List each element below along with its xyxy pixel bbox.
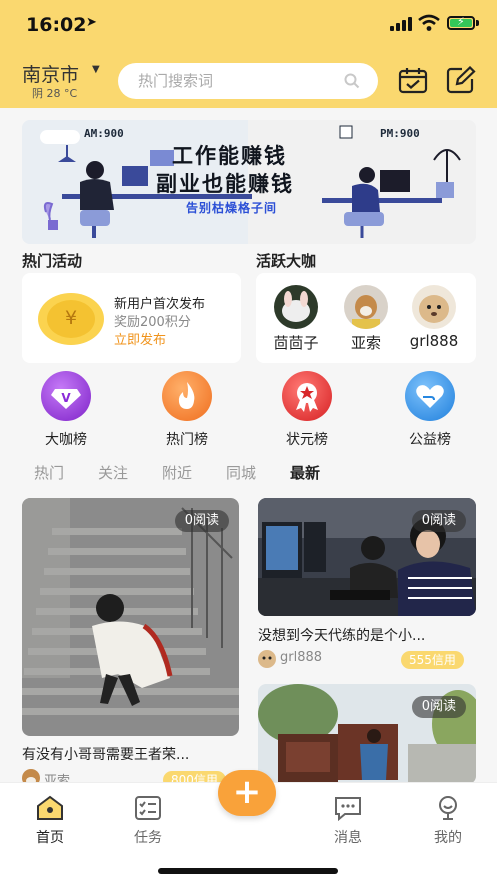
feed-card[interactable]: 0阅读 有没有小哥哥需要王者荣... 亚索 800信用 (22, 498, 239, 788)
rank-champion[interactable]: 状元榜 (267, 371, 347, 449)
feed-title: 有没有小哥哥需要王者荣... (22, 747, 190, 763)
search-input[interactable] (138, 71, 338, 91)
profile-icon (433, 795, 463, 821)
header: 16:02 ➤ ⚡ 南京市 ▼ 阴 28 °C (0, 0, 497, 108)
home-indicator (158, 868, 338, 874)
feed-card[interactable]: 0阅读 没想到今天代练的是个小... grl888 555信用 (258, 498, 476, 674)
banner-headline-1: 工作能赚钱 (172, 144, 287, 168)
tab-same-city[interactable]: 同城 (226, 462, 256, 483)
tab-hot[interactable]: 热门 (34, 462, 64, 483)
author-name: grl888 (280, 650, 323, 665)
activity-headline: 新用户首次发布 (114, 297, 206, 312)
coin-icon: ¥ (38, 293, 104, 345)
star-user[interactable]: grl888 (406, 285, 462, 350)
nav-label: 我的 (434, 830, 462, 846)
battery-tip (476, 20, 479, 26)
signal-icon (390, 17, 412, 31)
rank-big-shot[interactable]: V 大咖榜 (26, 371, 106, 449)
rank-label: 大咖榜 (45, 432, 87, 448)
star-user[interactable]: 茴茴子 (268, 285, 324, 353)
svg-text:V: V (61, 391, 71, 405)
activity-reward: 奖励200积分 (114, 315, 191, 330)
edit-icon[interactable] (446, 66, 476, 94)
banner-am-tag: AM:900 (84, 127, 124, 140)
status-bar: 16:02 ➤ ⚡ (0, 0, 497, 48)
avatar (344, 285, 388, 329)
caret-down-icon[interactable]: ▼ (92, 64, 100, 75)
app-root: 16:02 ➤ ⚡ 南京市 ▼ 阴 28 °C 热门搜索词 AM:900 PM:… (0, 0, 497, 883)
rank-hot[interactable]: 热门榜 (147, 371, 227, 449)
wifi-icon (418, 14, 440, 31)
task-list-icon (133, 795, 163, 821)
tab-follow[interactable]: 关注 (98, 462, 128, 483)
nav-profile[interactable]: 我的 (418, 795, 478, 847)
rank-label: 状元榜 (286, 432, 328, 448)
author-avatar (258, 650, 276, 668)
new-user-activity-card[interactable]: ¥ 新用户首次发布 奖励200积分 立即发布 (22, 273, 241, 363)
publish-plus-button[interactable]: + (218, 770, 276, 816)
publish-now-link[interactable]: 立即发布 (114, 329, 166, 348)
read-count-badge: 0阅读 (174, 510, 229, 532)
nav-label: 首页 (36, 830, 64, 846)
avatar (274, 285, 318, 329)
chat-bubble-icon (333, 795, 363, 822)
feed-tabs: 热门 关注 附近 同城 最新 (0, 462, 497, 488)
nav-tasks[interactable]: 任务 (118, 795, 178, 847)
read-count-badge: 0阅读 (411, 696, 466, 718)
heart-hands-icon (405, 371, 455, 421)
banner-headline-2: 副业也能赚钱 (156, 172, 294, 196)
star-user-name: 亚索 (350, 334, 381, 352)
ribbon-star-icon (282, 371, 332, 421)
feed-image (22, 498, 239, 736)
calendar-checkin-icon[interactable] (398, 66, 428, 94)
nav-label: 任务 (134, 830, 162, 846)
flame-icon (162, 371, 212, 421)
battery-icon: ⚡ (447, 15, 475, 30)
credit-badge: 555信用 (401, 651, 464, 669)
nav-home[interactable]: 首页 (20, 795, 80, 847)
search-bar[interactable] (118, 63, 378, 99)
star-user-name: grl888 (409, 332, 459, 350)
rank-label: 公益榜 (409, 432, 451, 448)
search-icon[interactable] (344, 73, 360, 89)
banner-pm-tag: PM:900 (380, 127, 420, 140)
hot-activity-title: 热门活动 (22, 252, 83, 270)
avatar (412, 285, 456, 329)
location-arrow-icon: ➤ (86, 15, 97, 30)
city-selector[interactable]: 南京市 (22, 60, 79, 87)
star-user-name: 茴茴子 (273, 334, 319, 352)
read-count-badge: 0阅读 (411, 510, 466, 532)
promo-banner[interactable]: AM:900 PM:900 工作能赚钱 副业也能赚钱 告别枯燥格子间 (22, 120, 476, 244)
home-icon (35, 795, 65, 821)
status-time: 16:02 (26, 14, 87, 36)
active-stars-card: 茴茴子 亚索 grl888 (256, 273, 476, 363)
weather-text: 阴 28 °C (32, 87, 78, 100)
nav-label: 消息 (334, 830, 362, 846)
feed-title: 没想到今天代练的是个小... (258, 628, 426, 644)
rank-label: 热门榜 (166, 432, 208, 448)
plus-icon: + (232, 772, 262, 812)
feed-card[interactable]: 0阅读 (258, 684, 476, 784)
nav-messages[interactable]: 消息 (318, 795, 378, 847)
star-user[interactable]: 亚索 (338, 285, 394, 353)
banner-subline: 告别枯燥格子间 (186, 201, 278, 215)
v-diamond-icon: V (41, 371, 91, 421)
active-stars-title: 活跃大咖 (256, 252, 317, 270)
tab-latest[interactable]: 最新 (290, 462, 320, 483)
tab-nearby[interactable]: 附近 (162, 462, 192, 483)
rank-charity[interactable]: 公益榜 (390, 371, 470, 449)
